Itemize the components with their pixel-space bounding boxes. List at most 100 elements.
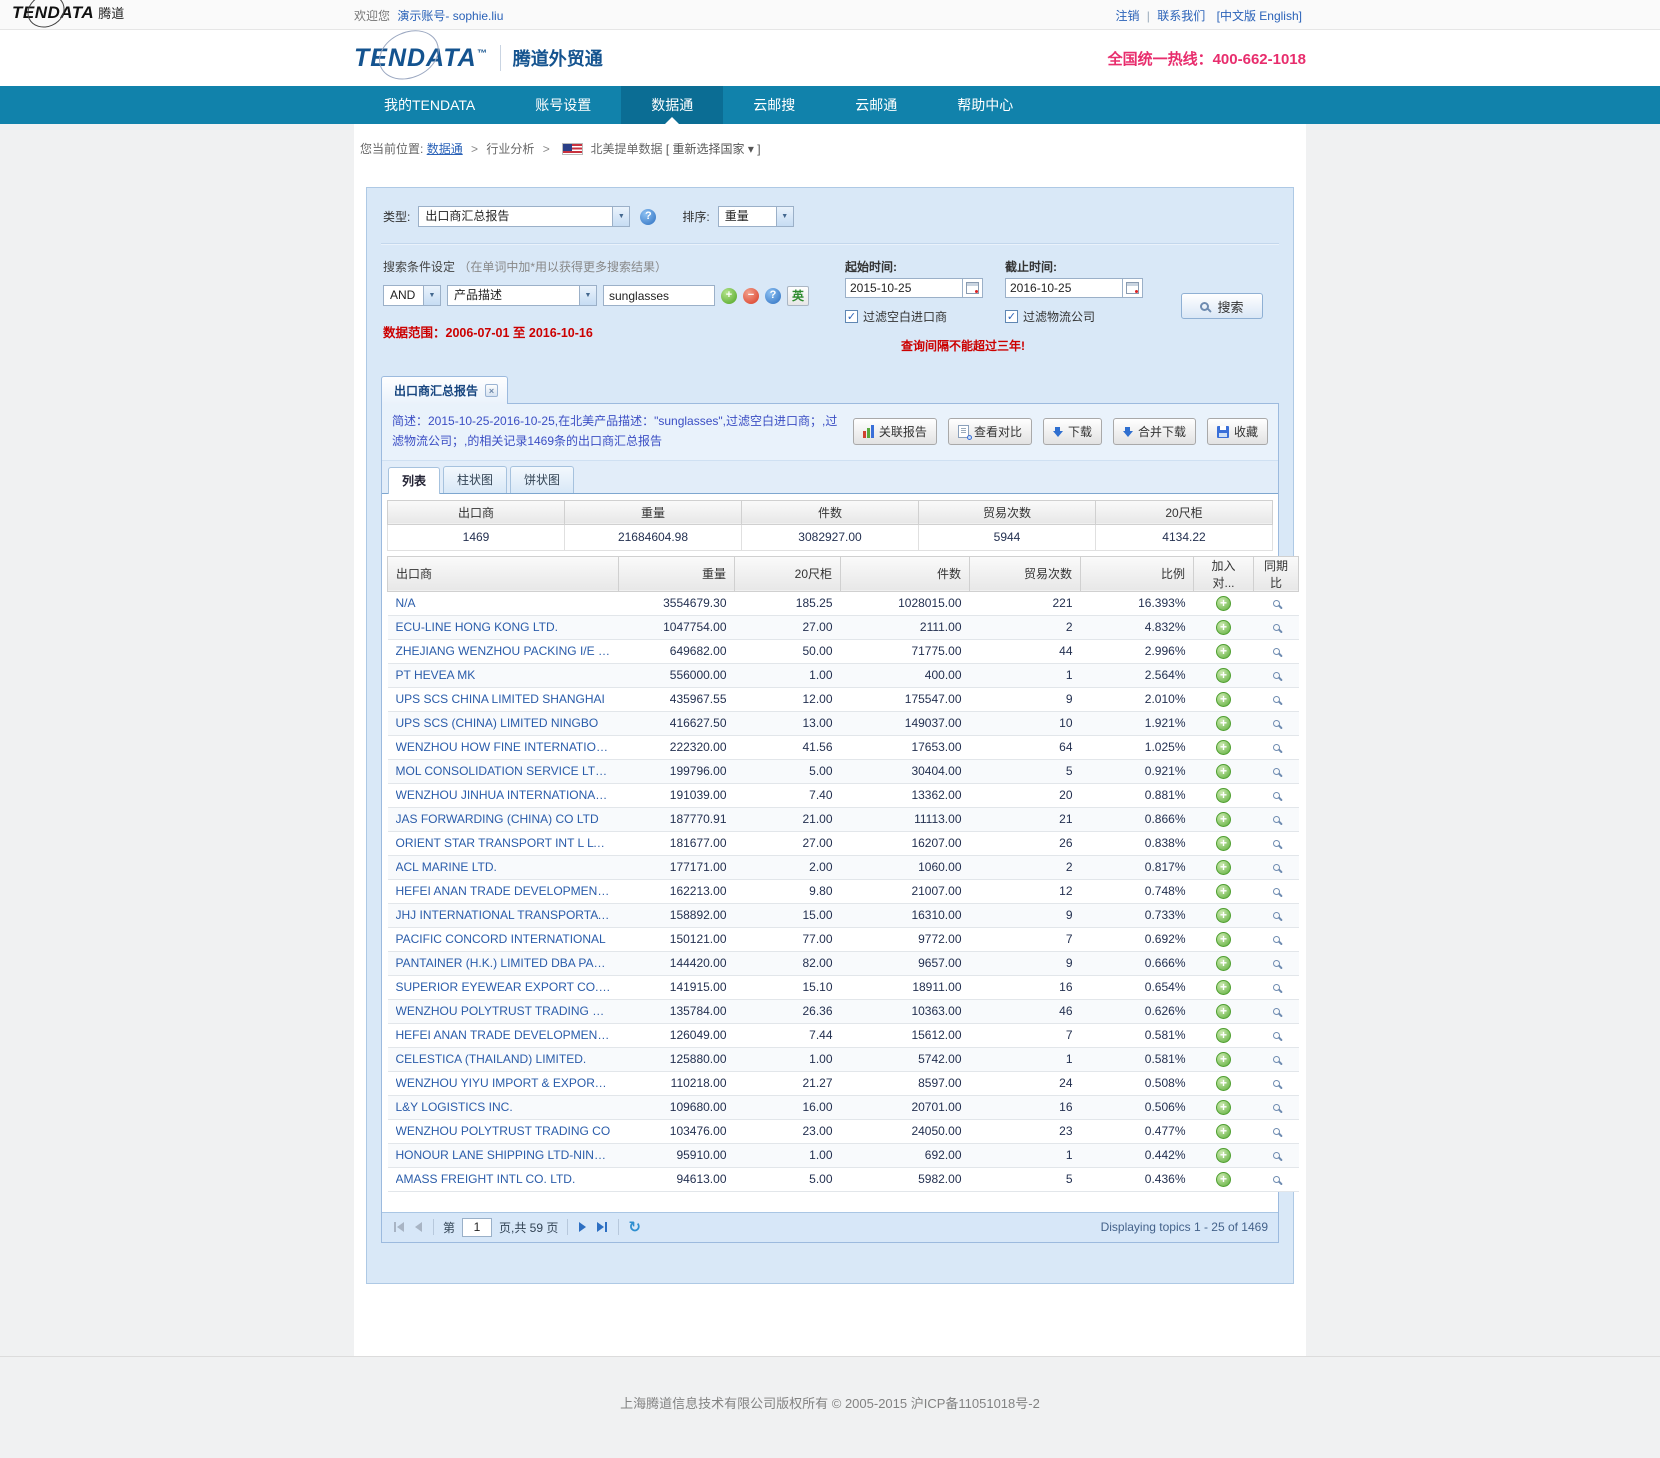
yoy-search-icon[interactable]: [1273, 864, 1280, 871]
prev-page-button[interactable]: [413, 1220, 424, 1234]
add-to-compare-icon[interactable]: +: [1216, 1004, 1231, 1019]
add-to-compare-icon[interactable]: +: [1216, 1076, 1231, 1091]
yoy-search-icon[interactable]: [1273, 672, 1280, 679]
yoy-search-icon[interactable]: [1273, 816, 1280, 823]
chevron-down-icon[interactable]: ▼: [423, 286, 440, 305]
add-to-compare-icon[interactable]: +: [1216, 1148, 1231, 1163]
exporter-link[interactable]: SUPERIOR EYEWEAR EXPORT CO.LLC: [396, 980, 611, 994]
tab-list-view[interactable]: 列表: [388, 467, 440, 494]
col-header-exporter[interactable]: 出口商: [388, 556, 619, 591]
exporter-link[interactable]: UPS SCS (CHINA) LIMITED NINGBO: [396, 716, 611, 730]
add-to-compare-icon[interactable]: +: [1216, 1100, 1231, 1115]
chevron-down-icon[interactable]: ▼: [579, 286, 596, 305]
filter-blank-importer-checkbox[interactable]: ✓: [845, 310, 858, 323]
end-date-input[interactable]: [1005, 278, 1123, 298]
nav-item-help-center[interactable]: 帮助中心: [927, 86, 1043, 124]
exporter-link[interactable]: HONOUR LANE SHIPPING LTD-NINGBO: [396, 1148, 611, 1162]
next-page-button[interactable]: [577, 1220, 588, 1234]
yoy-search-icon[interactable]: [1273, 1032, 1280, 1039]
page-number-input[interactable]: [462, 1218, 492, 1237]
col-header-ratio[interactable]: 比例: [1081, 556, 1194, 591]
username-link[interactable]: 演示账号- sophie.liu: [397, 9, 503, 23]
chevron-down-icon[interactable]: ▼: [776, 207, 793, 226]
yoy-search-icon[interactable]: [1273, 984, 1280, 991]
add-to-compare-icon[interactable]: +: [1216, 692, 1231, 707]
tab-bar-chart-view[interactable]: 柱状图: [443, 466, 507, 493]
exporter-link[interactable]: ORIENT STAR TRANSPORT INT L LTD RM: [396, 836, 611, 850]
exporter-link[interactable]: N/A: [396, 596, 611, 610]
yoy-search-icon[interactable]: [1273, 792, 1280, 799]
yoy-search-icon[interactable]: [1273, 960, 1280, 967]
add-to-compare-icon[interactable]: +: [1216, 620, 1231, 635]
col-header-yoy[interactable]: 同期比: [1254, 556, 1299, 591]
nav-item-data-service[interactable]: 数据通: [621, 86, 723, 124]
language-switch-link[interactable]: [中文版 English]: [1217, 9, 1302, 23]
exporter-link[interactable]: MOL CONSOLIDATION SERVICE LTD O/B: [396, 764, 611, 778]
yoy-search-icon[interactable]: [1273, 696, 1280, 703]
condition-help-icon[interactable]: ?: [765, 288, 781, 304]
yoy-search-icon[interactable]: [1273, 648, 1280, 655]
close-icon[interactable]: ×: [485, 384, 498, 397]
add-to-compare-icon[interactable]: +: [1216, 668, 1231, 683]
related-report-button[interactable]: 关联报告: [853, 418, 937, 445]
exporter-link[interactable]: WENZHOU POLYTRUST TRADING CO: [396, 1124, 611, 1138]
exporter-link[interactable]: L&Y LOGISTICS INC.: [396, 1100, 611, 1114]
first-page-button[interactable]: [392, 1220, 406, 1234]
nav-item-cloud-mail[interactable]: 云邮通: [825, 86, 927, 124]
exporter-link[interactable]: PT HEVEA MK: [396, 668, 611, 682]
yoy-search-icon[interactable]: [1273, 1176, 1280, 1183]
add-to-compare-icon[interactable]: +: [1216, 716, 1231, 731]
favorite-button[interactable]: 收藏: [1207, 418, 1268, 445]
col-header-add-compare[interactable]: 加入对...: [1194, 556, 1254, 591]
exporter-link[interactable]: WENZHOU JINHUA INTERNATIONAL T...: [396, 788, 611, 802]
nav-item-cloud-mail-search[interactable]: 云邮搜: [723, 86, 825, 124]
exporter-link[interactable]: ECU-LINE HONG KONG LTD.: [396, 620, 611, 634]
yoy-search-icon[interactable]: [1273, 912, 1280, 919]
col-header-teu[interactable]: 20尺柜: [735, 556, 841, 591]
exporter-link[interactable]: HEFEI ANAN TRADE DEVELOPMENT CO...: [396, 884, 611, 898]
nav-item-account-settings[interactable]: 账号设置: [505, 86, 621, 124]
yoy-search-icon[interactable]: [1273, 1152, 1280, 1159]
exporter-link[interactable]: WENZHOU POLYTRUST TRADING CO., ...: [396, 1004, 611, 1018]
yoy-search-icon[interactable]: [1273, 600, 1280, 607]
col-header-trades[interactable]: 贸易次数: [970, 556, 1081, 591]
yoy-search-icon[interactable]: [1273, 1008, 1280, 1015]
add-to-compare-icon[interactable]: +: [1216, 1124, 1231, 1139]
search-button[interactable]: 搜索: [1181, 293, 1263, 319]
merge-download-button[interactable]: 合并下载: [1113, 418, 1196, 445]
exporter-link[interactable]: ACL MARINE LTD.: [396, 860, 611, 874]
yoy-search-icon[interactable]: [1273, 888, 1280, 895]
logout-link[interactable]: 注销: [1115, 9, 1139, 23]
keyword-input[interactable]: [603, 285, 715, 306]
report-type-select[interactable]: 出口商汇总报告 ▼: [418, 206, 630, 227]
yoy-search-icon[interactable]: [1273, 840, 1280, 847]
add-to-compare-icon[interactable]: +: [1216, 1172, 1231, 1187]
col-header-quantity[interactable]: 件数: [841, 556, 970, 591]
tab-exporter-summary-report[interactable]: 出口商汇总报告 ×: [381, 376, 508, 404]
type-help-icon[interactable]: ?: [640, 209, 656, 225]
chevron-down-icon[interactable]: ▼: [612, 207, 629, 226]
exporter-link[interactable]: JHJ INTERNATIONAL TRANSPORTATIO...: [396, 908, 611, 922]
col-header-weight[interactable]: 重量: [619, 556, 735, 591]
add-to-compare-icon[interactable]: +: [1216, 980, 1231, 995]
boolean-operator-select[interactable]: AND ▼: [383, 285, 441, 306]
search-field-select[interactable]: 产品描述 ▼: [447, 285, 597, 306]
yoy-search-icon[interactable]: [1273, 744, 1280, 751]
add-to-compare-icon[interactable]: +: [1216, 860, 1231, 875]
add-to-compare-icon[interactable]: +: [1216, 644, 1231, 659]
add-to-compare-icon[interactable]: +: [1216, 836, 1231, 851]
add-to-compare-icon[interactable]: +: [1216, 932, 1231, 947]
exporter-link[interactable]: PACIFIC CONCORD INTERNATIONAL: [396, 932, 611, 946]
view-compare-button[interactable]: 查看对比: [948, 418, 1032, 445]
add-to-compare-icon[interactable]: +: [1216, 764, 1231, 779]
exporter-link[interactable]: CELESTICA (THAILAND) LIMITED.: [396, 1052, 611, 1066]
yoy-search-icon[interactable]: [1273, 768, 1280, 775]
exporter-link[interactable]: JAS FORWARDING (CHINA) CO LTD: [396, 812, 611, 826]
last-page-button[interactable]: [595, 1220, 609, 1234]
add-to-compare-icon[interactable]: +: [1216, 1052, 1231, 1067]
add-to-compare-icon[interactable]: +: [1216, 884, 1231, 899]
remove-condition-icon[interactable]: −: [743, 288, 759, 304]
exporter-link[interactable]: PANTAINER (H.K.) LIMITED DBA PANTAI: [396, 956, 611, 970]
exporter-link[interactable]: AMASS FREIGHT INTL CO. LTD.: [396, 1172, 611, 1186]
add-to-compare-icon[interactable]: +: [1216, 788, 1231, 803]
